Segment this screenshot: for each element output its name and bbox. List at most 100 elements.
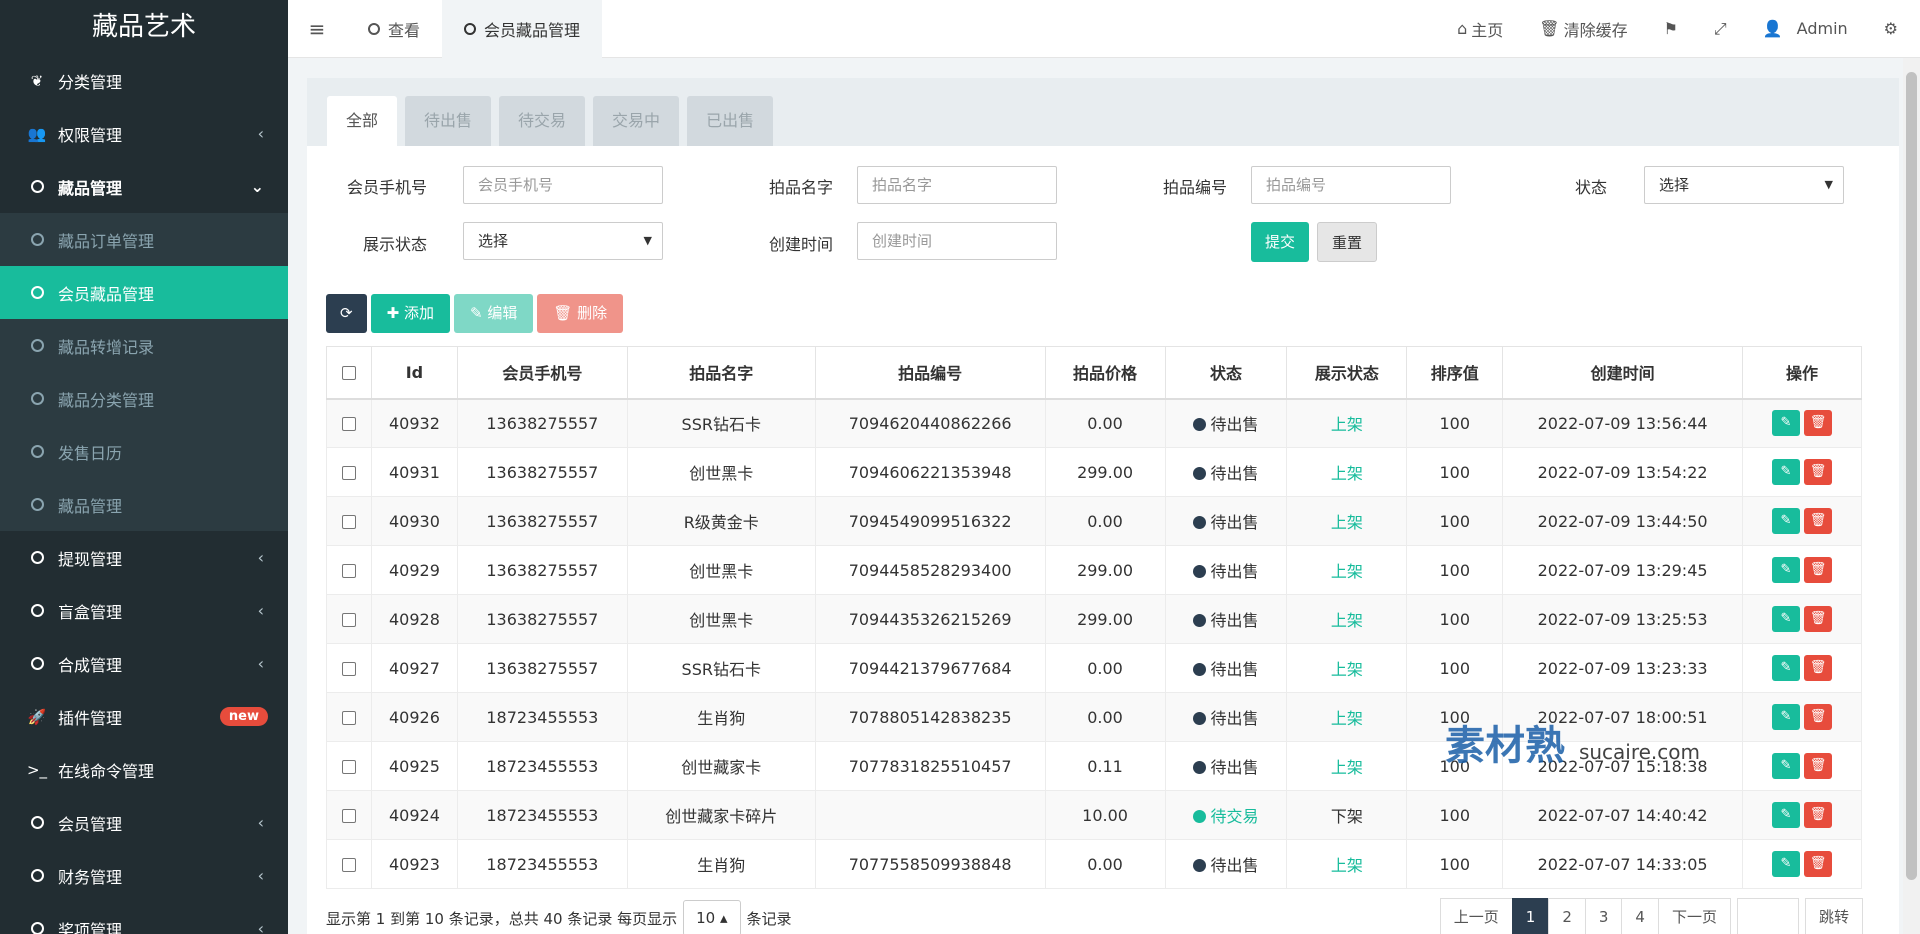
prev-page-button[interactable]: 上一页 xyxy=(1439,898,1513,934)
row-delete-button[interactable]: 🗑 xyxy=(1804,753,1832,779)
row-delete-button[interactable]: 🗑 xyxy=(1804,410,1832,437)
settings-icon[interactable]: ⚙ xyxy=(1866,19,1920,38)
page-1-button[interactable]: 1 xyxy=(1511,898,1550,934)
sidebar-item-transfer[interactable]: 藏品转增记录 xyxy=(0,319,288,372)
sidebar-item-member-collection[interactable]: 会员藏品管理 xyxy=(0,266,288,319)
cell-display[interactable]: 上架 xyxy=(1286,496,1408,546)
next-page-button[interactable]: 下一页 xyxy=(1657,898,1731,934)
row-delete-button[interactable]: 🗑 xyxy=(1804,557,1832,583)
cell-display[interactable]: 上架 xyxy=(1286,692,1408,742)
row-checkbox[interactable] xyxy=(341,564,356,578)
scrollbar[interactable] xyxy=(1903,58,1920,934)
tab-for-sale[interactable]: 待出售 xyxy=(405,96,492,146)
page-3-button[interactable]: 3 xyxy=(1584,898,1623,934)
cell-display[interactable]: 上架 xyxy=(1286,643,1408,693)
row-edit-button[interactable]: ✎ xyxy=(1772,704,1800,730)
row-edit-button[interactable]: ✎ xyxy=(1772,459,1800,485)
select-all-checkbox[interactable] xyxy=(341,366,356,381)
display-status-select[interactable]: 选择 ▼ xyxy=(463,222,663,260)
jump-page-input[interactable] xyxy=(1736,898,1799,934)
row-select-cell[interactable] xyxy=(326,496,372,546)
row-checkbox[interactable] xyxy=(341,760,356,774)
jump-button[interactable]: 跳转 xyxy=(1804,898,1863,934)
display-toggle[interactable]: 上架 xyxy=(1331,758,1363,777)
cell-display[interactable]: 下架 xyxy=(1286,790,1408,840)
sidebar-item-calendar[interactable]: 发售日历 xyxy=(0,425,288,478)
row-delete-button[interactable]: 🗑 xyxy=(1804,459,1832,485)
sidebar-item-command[interactable]: >_ 在线命令管理 xyxy=(0,743,288,796)
display-toggle[interactable]: 上架 xyxy=(1331,513,1363,532)
table-row[interactable]: 40929 13638275557 创世黑卡 7094458528293400 299.… xyxy=(326,545,1862,595)
row-checkbox[interactable] xyxy=(341,466,356,480)
status-select[interactable]: 选择 ▼ xyxy=(1644,166,1844,204)
row-checkbox[interactable] xyxy=(341,515,356,529)
tab-trading[interactable]: 交易中 xyxy=(593,96,680,146)
table-row[interactable]: 40928 13638275557 创世黑卡 7094435326215269 299.… xyxy=(326,594,1862,644)
row-delete-button[interactable]: 🗑 xyxy=(1804,802,1832,828)
cell-display[interactable]: 上架 xyxy=(1286,398,1408,448)
sidebar-item-permission[interactable]: 👥 权限管理 ‹ xyxy=(0,107,288,160)
table-row[interactable]: 40931 13638275557 创世黑卡 7094606221353948 299.… xyxy=(326,447,1862,497)
row-checkbox[interactable] xyxy=(341,662,356,676)
delete-button[interactable]: 🗑 删除 xyxy=(537,294,624,333)
select-all-cell[interactable] xyxy=(326,346,372,400)
refresh-button[interactable]: ⟳ xyxy=(326,294,367,333)
row-edit-button[interactable]: ✎ xyxy=(1772,802,1800,828)
cell-display[interactable]: 上架 xyxy=(1286,839,1408,889)
display-toggle[interactable]: 上架 xyxy=(1331,415,1363,434)
row-edit-button[interactable]: ✎ xyxy=(1772,851,1800,877)
submit-button[interactable]: 提交 xyxy=(1251,222,1310,262)
sidebar-item-plugins[interactable]: 🚀 插件管理 new xyxy=(0,690,288,743)
sidebar-item-collection-category[interactable]: 藏品分类管理 xyxy=(0,372,288,425)
row-delete-button[interactable]: 🗑 xyxy=(1804,851,1832,877)
sidebar-item-members[interactable]: 会员管理 ‹ xyxy=(0,796,288,849)
row-select-cell[interactable] xyxy=(326,741,372,791)
row-edit-button[interactable]: ✎ xyxy=(1772,508,1800,534)
sidebar-item-awards[interactable]: 奖项管理 ‹ xyxy=(0,902,288,934)
sidebar-item-category[interactable]: ❦ 分类管理 xyxy=(0,54,288,107)
row-select-cell[interactable] xyxy=(326,447,372,497)
row-checkbox[interactable] xyxy=(341,858,356,872)
row-edit-button[interactable]: ✎ xyxy=(1772,557,1800,583)
reset-button[interactable]: 重置 xyxy=(1317,222,1378,262)
th-id[interactable]: Id xyxy=(370,346,458,400)
th-sort[interactable]: 排序值 xyxy=(1406,346,1504,400)
home-link[interactable]: ⌂ 主页 xyxy=(1439,17,1521,41)
sidebar-item-orders[interactable]: 藏品订单管理 xyxy=(0,213,288,266)
clear-cache-button[interactable]: 🗑 清除缓存 xyxy=(1521,17,1645,41)
th-phone[interactable]: 会员手机号 xyxy=(456,346,628,400)
row-delete-button[interactable]: 🗑 xyxy=(1804,704,1832,730)
sidebar-item-withdraw[interactable]: 提现管理 ‹ xyxy=(0,531,288,584)
display-toggle[interactable]: 上架 xyxy=(1331,464,1363,483)
table-row[interactable]: 40930 13638275557 R级黄金卡 7094549099516322 0.0… xyxy=(326,496,1862,546)
th-price[interactable]: 拍品价格 xyxy=(1044,346,1166,400)
code-input[interactable]: 拍品编号 xyxy=(1251,166,1451,204)
tab-sold[interactable]: 已出售 xyxy=(687,96,774,146)
display-toggle[interactable]: 下架 xyxy=(1331,807,1363,826)
th-code[interactable]: 拍品编号 xyxy=(814,346,1046,400)
sidebar-item-blindbox[interactable]: 盲盒管理 ‹ xyxy=(0,584,288,637)
row-select-cell[interactable] xyxy=(326,643,372,693)
row-checkbox[interactable] xyxy=(341,809,356,823)
cell-display[interactable]: 上架 xyxy=(1286,545,1408,595)
row-edit-button[interactable]: ✎ xyxy=(1772,410,1800,437)
menu-toggle-icon[interactable]: ≡ xyxy=(288,17,346,41)
table-row[interactable]: 40932 13638275557 SSR钻石卡 7094620440862266 0.… xyxy=(326,398,1862,448)
language-icon[interactable]: ⚑ xyxy=(1646,19,1696,38)
table-row[interactable]: 40927 13638275557 SSR钻石卡 7094421379677684 0.… xyxy=(326,643,1862,693)
row-checkbox[interactable] xyxy=(341,711,356,725)
row-select-cell[interactable] xyxy=(326,398,372,448)
th-name[interactable]: 拍品名字 xyxy=(626,346,816,400)
row-edit-button[interactable]: ✎ xyxy=(1772,606,1800,632)
sidebar-item-collection[interactable]: 藏品管理 ⌄ xyxy=(0,160,288,213)
sidebar-item-synthesis[interactable]: 合成管理 ‹ xyxy=(0,637,288,690)
tab-member-collection[interactable]: 会员藏品管理 xyxy=(442,0,603,58)
tab-view[interactable]: 查看 xyxy=(346,0,442,58)
row-delete-button[interactable]: 🗑 xyxy=(1804,655,1832,681)
fullscreen-icon[interactable]: ⤢ xyxy=(1696,19,1745,39)
row-select-cell[interactable] xyxy=(326,839,372,889)
row-checkbox[interactable] xyxy=(341,417,356,432)
cell-display[interactable]: 上架 xyxy=(1286,741,1408,791)
display-toggle[interactable]: 上架 xyxy=(1331,856,1363,875)
page-4-button[interactable]: 4 xyxy=(1621,898,1659,934)
